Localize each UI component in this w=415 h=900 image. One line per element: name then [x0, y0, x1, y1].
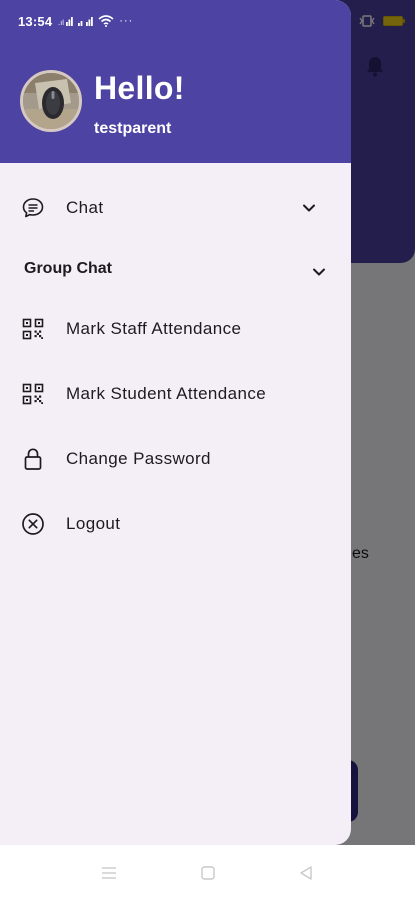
signal-icon	[78, 16, 94, 26]
status-icons: .ıl ···	[58, 15, 133, 27]
greeting-title: Hello!	[94, 70, 185, 106]
username-label: testparent	[94, 120, 172, 137]
menu-item-label: Change Password	[66, 449, 211, 468]
close-circle-icon	[21, 512, 45, 536]
drawer-header: 13:54 .ıl ··· Hello! testparent	[0, 0, 351, 163]
screen: es 13:54 .ıl	[0, 0, 415, 900]
signal-icon: .ıl	[58, 16, 74, 27]
svg-text:.ıl: .ıl	[58, 19, 64, 27]
back-triangle-icon[interactable]	[297, 864, 315, 882]
menu-item-mark-staff-attendance[interactable]: Mark Staff Attendance	[0, 304, 351, 354]
navigation-drawer: 13:54 .ıl ··· Hello! testparent Chat Gro…	[0, 0, 351, 845]
menu-icon[interactable]	[100, 864, 118, 882]
wifi-icon	[98, 15, 114, 27]
qr-code-icon	[21, 317, 45, 341]
chevron-down-icon[interactable]	[310, 263, 328, 281]
status-bar: 13:54 .ıl ···	[18, 12, 133, 30]
chat-bubble-icon	[21, 196, 45, 220]
menu-item-label: Mark Staff Attendance	[66, 319, 242, 338]
menu-item-label: Group Chat	[24, 260, 112, 277]
menu-item-group-chat[interactable]: Group Chat	[0, 244, 351, 294]
chevron-down-icon[interactable]	[300, 199, 318, 217]
qr-code-icon	[21, 382, 45, 406]
avatar-photo	[23, 73, 79, 129]
system-navigation-bar	[0, 845, 415, 900]
menu-item-logout[interactable]: Logout	[0, 499, 351, 549]
lock-icon	[21, 447, 45, 471]
more-dots-icon: ···	[119, 15, 134, 27]
avatar[interactable]	[20, 70, 82, 132]
menu-item-chat[interactable]: Chat	[0, 183, 351, 233]
menu-item-label: Mark Student Attendance	[66, 384, 267, 403]
menu-item-label: Logout	[66, 514, 121, 533]
menu-item-change-password[interactable]: Change Password	[0, 434, 351, 484]
home-square-icon[interactable]	[199, 864, 217, 882]
status-time: 13:54	[18, 13, 53, 29]
menu-item-label: Chat	[66, 198, 104, 217]
menu-item-mark-student-attendance[interactable]: Mark Student Attendance	[0, 369, 351, 419]
